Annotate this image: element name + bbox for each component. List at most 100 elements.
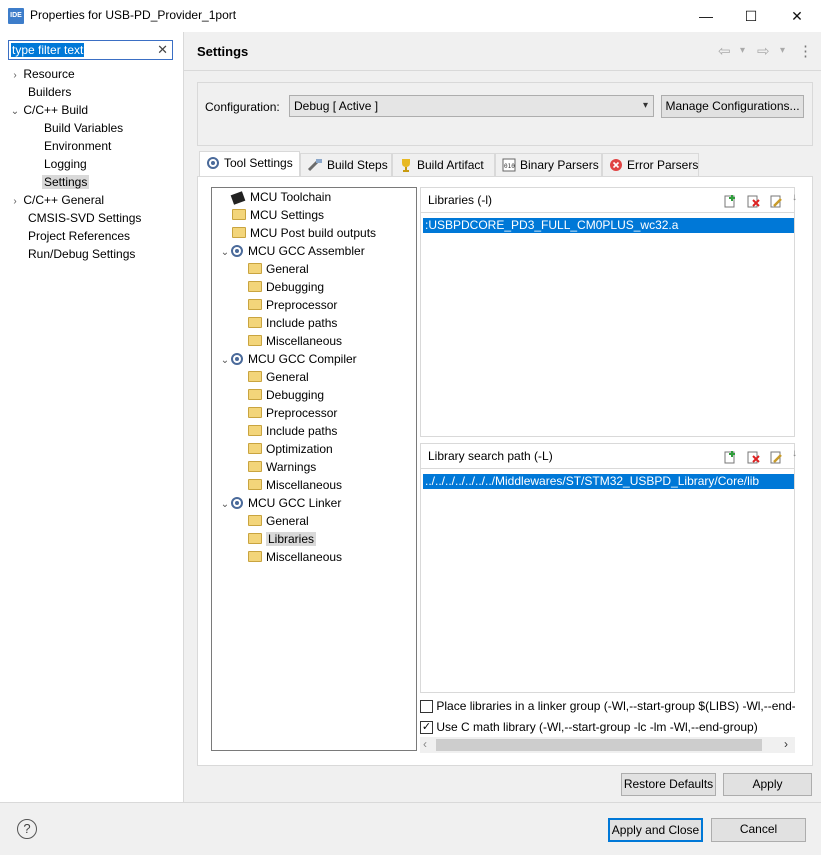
tree-label[interactable]: Include paths [266,424,337,438]
tree-label[interactable]: MCU GCC Assembler [248,244,365,258]
tree-item-ld-miscellaneous[interactable]: Miscellaneous [220,548,416,566]
nav-label[interactable]: Logging [44,157,87,171]
manage-configurations-button[interactable]: Manage Configurations... [661,95,804,118]
close-window-button[interactable]: ✕ [777,0,817,32]
tree-item-cc-warnings[interactable]: Warnings [220,458,416,476]
tree-label[interactable]: Include paths [266,316,337,330]
tree-item-ld-general[interactable]: General [220,512,416,530]
tree-item-cc-optimization[interactable]: Optimization [220,440,416,458]
nav-item-build-variables[interactable]: Build Variables [10,119,141,137]
delete-icon[interactable] [746,450,760,464]
tree-item-cc-preprocessor[interactable]: Preprocessor [220,404,416,422]
tree-item-mcu-post-build[interactable]: MCU Post build outputs [220,224,416,242]
edit-icon[interactable] [769,194,783,208]
tab-label[interactable]: Error Parsers [627,158,698,172]
nav-label[interactable]: CMSIS-SVD Settings [28,211,141,225]
tree-label-selected[interactable]: Libraries [266,532,317,546]
tree-label[interactable]: Miscellaneous [266,478,342,492]
nav-label[interactable]: C/C++ Build [23,103,88,117]
nav-item-logging[interactable]: Logging [10,155,141,173]
back-arrow-icon[interactable]: ⇦ [718,42,731,60]
add-icon[interactable] [723,450,737,464]
tab-label[interactable]: Tool Settings [224,156,293,170]
tree-label[interactable]: Miscellaneous [266,334,342,348]
tab-tool-settings[interactable]: Tool Settings [199,151,300,176]
tab-error-parsers[interactable]: Error Parsers [602,153,699,176]
c-math-option[interactable]: ✓ Use C math library (-Wl,--start-group … [420,720,758,735]
chevron-down-icon[interactable]: ⌄ [220,244,230,262]
tree-item-asm-debugging[interactable]: Debugging [220,278,416,296]
tree-item-asm-include-paths[interactable]: Include paths [220,314,416,332]
tree-label[interactable]: MCU Toolchain [250,190,331,204]
chevron-right-icon[interactable]: › [10,67,20,85]
chevron-down-icon[interactable]: ⌄ [10,103,20,121]
tree-item-cc-general[interactable]: General [220,368,416,386]
nav-label[interactable]: Environment [44,139,111,153]
configuration-value[interactable]: Debug [ Active ] [294,99,378,113]
linker-group-checkbox[interactable] [420,700,433,714]
tree-label[interactable]: Debugging [266,388,324,402]
tree-label[interactable]: MCU Settings [250,208,324,222]
nav-label[interactable]: C/C++ General [23,193,104,207]
maximize-button[interactable]: ☐ [731,0,771,32]
nav-item-project-references[interactable]: Project References [10,227,141,245]
tree-label[interactable]: Preprocessor [266,298,337,312]
library-item[interactable]: :USBPDCORE_PD3_FULL_CM0PLUS_wc32.a [423,218,794,233]
tree-item-mcu-gcc-compiler[interactable]: ⌄ MCU GCC Compiler [220,350,416,368]
chevron-right-icon[interactable]: › [10,193,20,211]
forward-arrow-icon[interactable]: ⇨ [757,42,770,60]
tree-item-asm-preprocessor[interactable]: Preprocessor [220,296,416,314]
nav-label[interactable]: Resource [23,67,74,81]
tool-settings-tree[interactable]: MCU Toolchain MCU Settings MCU Post buil… [211,187,417,751]
restore-defaults-button[interactable]: Restore Defaults [621,773,716,796]
linker-group-option[interactable]: Place libraries in a linker group (-Wl,-… [420,699,795,714]
tree-item-cc-include-paths[interactable]: Include paths [220,422,416,440]
tab-build-steps[interactable]: Build Steps [300,153,392,176]
tree-label[interactable]: Debugging [266,280,324,294]
view-menu-icon[interactable]: ⋮ [798,42,813,60]
nav-item-resource[interactable]: › Resource [10,65,141,83]
tree-label[interactable]: Preprocessor [266,406,337,420]
tab-binary-parsers[interactable]: 010 Binary Parsers [495,153,602,176]
tree-item-cc-debugging[interactable]: Debugging [220,386,416,404]
nav-item-cpp-general[interactable]: › C/C++ General [10,191,141,209]
tree-label[interactable]: Miscellaneous [266,550,342,564]
nav-label[interactable]: Project References [28,229,130,243]
linker-group-label[interactable]: Place libraries in a linker group (-Wl,-… [436,699,795,713]
nav-item-environment[interactable]: Environment [10,137,141,155]
c-math-checkbox[interactable]: ✓ [420,721,433,735]
scroll-left-icon[interactable]: ‹ [423,737,427,751]
search-path-item[interactable]: ../../../../../../../Middlewares/ST/STM3… [423,474,794,489]
horizontal-scrollbar[interactable]: ‹ › [420,737,795,753]
chevron-down-icon[interactable]: ▾ [643,96,648,116]
nav-item-builders[interactable]: Builders [10,83,141,101]
nav-item-cmsis-svd[interactable]: CMSIS-SVD Settings [10,209,141,227]
more-icon[interactable]: ↓ [792,192,797,203]
tree-item-asm-general[interactable]: General [220,260,416,278]
tree-item-mcu-gcc-linker[interactable]: ⌄ MCU GCC Linker [220,494,416,512]
c-math-label[interactable]: Use C math library (-Wl,--start-group -l… [436,720,757,734]
forward-dropdown-icon[interactable]: ▾ [780,45,785,56]
nav-label[interactable]: Build Variables [44,121,123,135]
tree-item-ld-libraries[interactable]: Libraries [220,530,416,548]
edit-icon[interactable] [769,450,783,464]
nav-label[interactable]: Run/Debug Settings [28,247,135,261]
tree-item-cc-miscellaneous[interactable]: Miscellaneous [220,476,416,494]
tree-label[interactable]: MCU GCC Linker [248,496,341,510]
tree-item-mcu-toolchain[interactable]: MCU Toolchain [220,188,416,206]
scrollbar-thumb[interactable] [436,739,762,751]
clear-filter-icon[interactable]: ✕ [157,42,168,58]
nav-item-cpp-build[interactable]: ⌄ C/C++ Build [10,101,141,119]
apply-button[interactable]: Apply [723,773,812,796]
filter-text[interactable]: type filter text [11,43,85,57]
nav-label-selected[interactable]: Settings [42,175,90,189]
tree-label[interactable]: General [266,262,309,276]
tab-label[interactable]: Build Artifact [417,158,484,172]
tree-label[interactable]: MCU GCC Compiler [248,352,357,366]
back-dropdown-icon[interactable]: ▾ [740,45,745,56]
minimize-button[interactable]: — [686,0,726,32]
tree-item-mcu-gcc-assembler[interactable]: ⌄ MCU GCC Assembler [220,242,416,260]
filter-input[interactable]: type filter text ✕ [8,40,173,60]
nav-item-run-debug[interactable]: Run/Debug Settings [10,245,141,263]
tab-label[interactable]: Build Steps [327,158,388,172]
